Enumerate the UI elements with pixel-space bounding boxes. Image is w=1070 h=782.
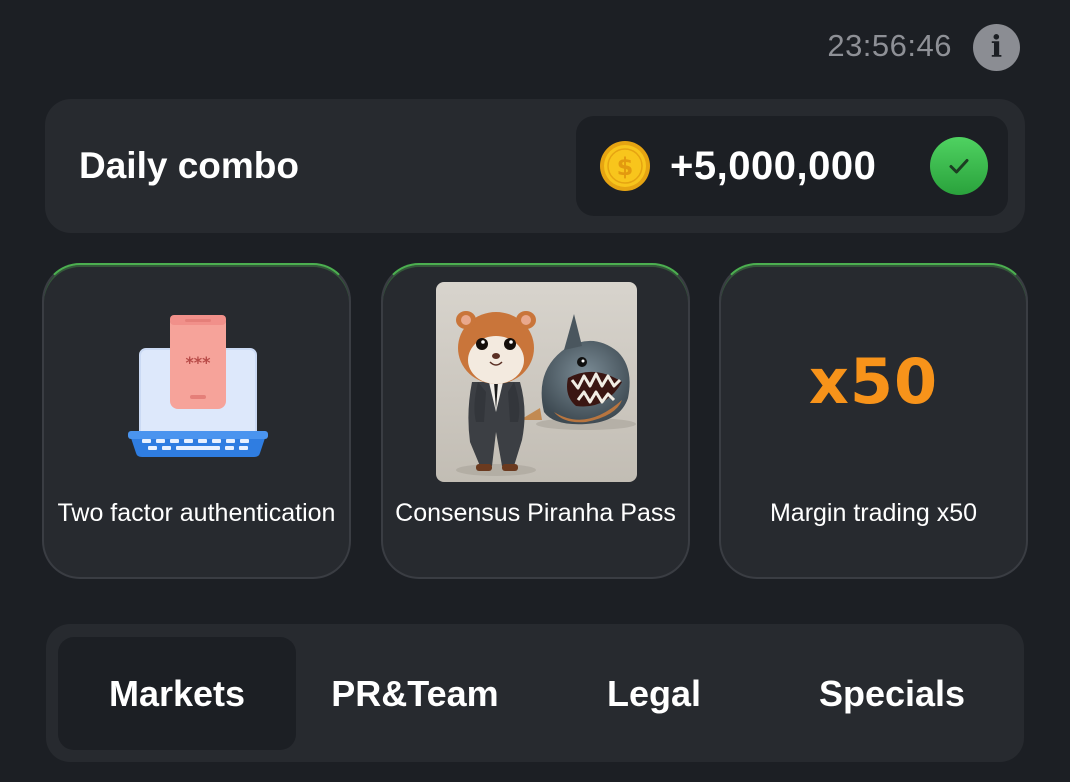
card-label: Consensus Piranha Pass (395, 499, 676, 527)
combo-card-two-factor[interactable]: *** Two factor authentication (42, 263, 351, 579)
tab-markets[interactable]: Markets (58, 637, 296, 750)
countdown-timer: 23:56:46 (827, 28, 952, 63)
check-icon (930, 137, 988, 195)
x50-badge: x50 (808, 345, 939, 418)
combo-card-piranha-pass[interactable]: Consensus Piranha Pass (381, 263, 690, 579)
combo-card-margin-trading[interactable]: x50 Margin trading x50 (719, 263, 1028, 579)
category-tabs: Markets PR&Team Legal Specials (46, 624, 1024, 762)
info-icon[interactable]: i (973, 24, 1020, 71)
daily-combo-title: Daily combo (79, 145, 299, 186)
laptop-phone-2fa-icon: *** (128, 315, 268, 457)
card-label: Margin trading x50 (769, 499, 978, 527)
svg-text:$: $ (617, 153, 634, 181)
combo-reward-value: +5,000,000 (670, 143, 877, 188)
combo-reward-box: $ +5,000,000 (576, 116, 1008, 216)
daily-combo-bar: Daily combo $ +5,000,000 (45, 99, 1025, 233)
coin-icon: $ (600, 141, 650, 191)
tab-legal[interactable]: Legal (535, 637, 773, 750)
card-label: Two factor authentication (57, 499, 336, 527)
tab-specials[interactable]: Specials (773, 637, 1011, 750)
svg-text:***: *** (185, 353, 211, 372)
hamster-and-piranha-photo (436, 282, 637, 482)
tab-pr-team[interactable]: PR&Team (296, 637, 534, 750)
